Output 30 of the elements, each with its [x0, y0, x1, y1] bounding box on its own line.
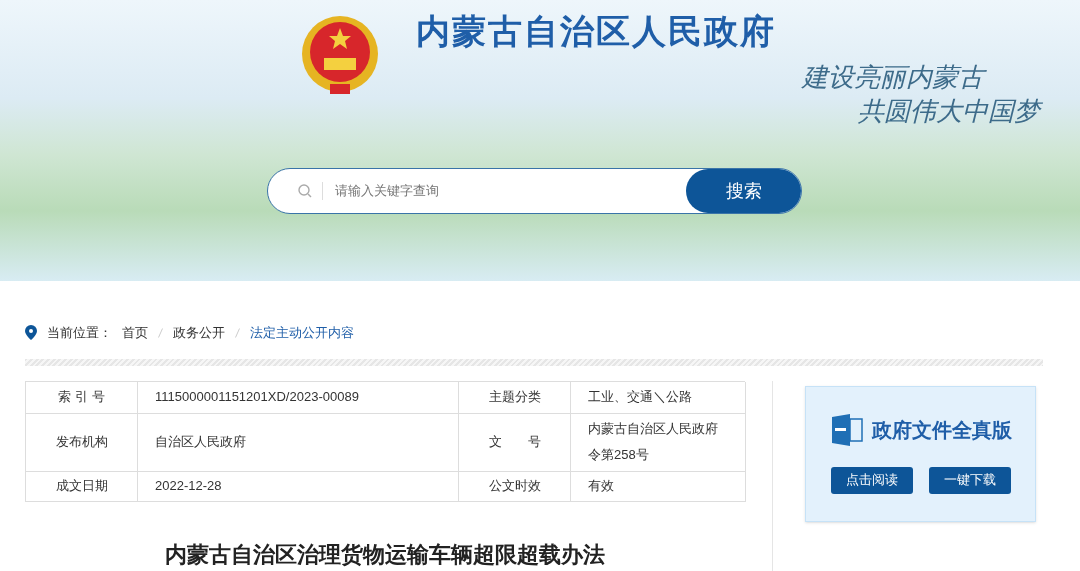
table-cell-text: 自治区人民政府 [155, 433, 246, 452]
breadcrumb-link[interactable]: 法定主动公开内容 [250, 323, 354, 343]
table-cell-text: 主题分类 [488, 388, 541, 407]
table-cell-text: 公文时效 [488, 477, 541, 496]
table-cell-text: 索 引 号 [58, 388, 105, 407]
card-button[interactable]: 点击阅读 [830, 466, 913, 494]
card-button[interactable]: 一键下载 [928, 466, 1011, 494]
breadcrumb-label: 当前位置： [47, 324, 112, 342]
table-cell-text: 2022-12-28 [155, 477, 222, 496]
table-cell-text: 1115000001151201XD/2023-00089 [155, 388, 359, 407]
table-cell-text: 文 号 [488, 433, 541, 452]
location-pin-icon [25, 325, 37, 341]
pdf-file-icon [829, 412, 864, 447]
article-title: 内蒙古自治区治理货物运输车辆超限超载办法 [164, 540, 606, 569]
site-title: 内蒙古自治区人民政府 [416, 11, 776, 52]
table-cell-text: 成文日期 [55, 477, 108, 496]
table-cell-text: 有效 [588, 477, 614, 495]
search-icon [298, 184, 312, 198]
table-cell-text: 工业、交通＼公路 [588, 388, 692, 406]
card-title: 政府文件全真版 [871, 416, 1012, 444]
search-button[interactable]: 搜索 [686, 169, 801, 213]
breadcrumb-link[interactable]: 首页 [122, 323, 148, 343]
breadcrumb-link[interactable]: 政务公开 [173, 323, 225, 343]
national-emblem-icon [300, 14, 380, 96]
separator-icon [158, 327, 163, 338]
separator-icon [235, 327, 240, 338]
table-cell-text: 内蒙古自治区人民政府令第258号 [588, 420, 719, 464]
search-input[interactable]: 请输入关键字查询 [335, 181, 686, 201]
table-cell-text: 发布机构 [55, 433, 108, 452]
search-field[interactable]: 请输入关键字查询 搜索 [267, 168, 802, 214]
